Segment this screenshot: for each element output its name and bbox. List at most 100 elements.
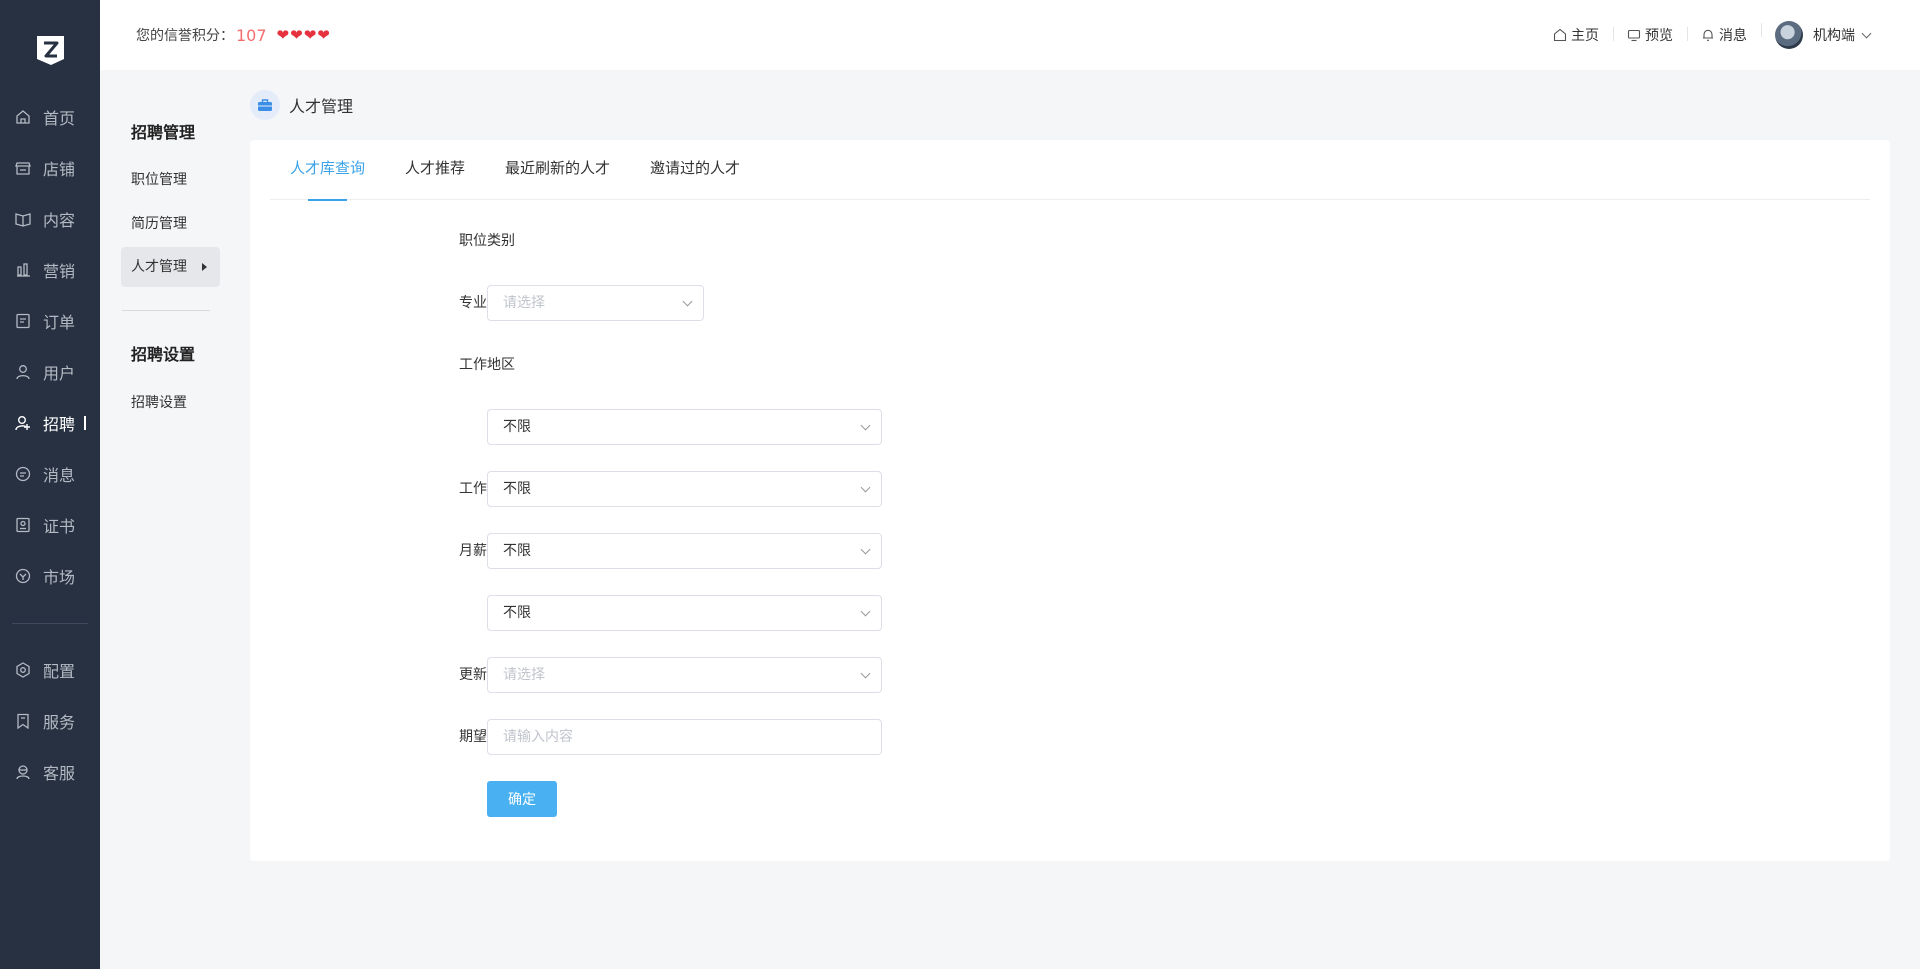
- nav-item-recruit[interactable]: 招聘: [0, 403, 100, 443]
- main-nav: 首页 店铺 内容 营销 订单 用户 招聘 消息 证书 市场 配置 服务 客服: [0, 0, 100, 969]
- subnav-item-talent[interactable]: 人才管理: [121, 247, 220, 287]
- subnav-divider: [122, 310, 210, 311]
- home-icon: [15, 109, 31, 125]
- salary-value: 不限: [503, 543, 531, 559]
- heart-icon: ❤: [317, 25, 330, 44]
- nav-item-users[interactable]: 用户: [0, 352, 100, 392]
- logo-icon[interactable]: [33, 32, 68, 68]
- update-time-select[interactable]: 请选择: [487, 657, 882, 693]
- content-card: 人才库查询 人才推荐 最近刷新的人才 邀请过的人才 职位类别 专业选择 请选择 …: [250, 140, 1890, 861]
- major-placeholder: 请选择: [503, 295, 545, 311]
- chevron-down-icon: [860, 544, 871, 555]
- form-row-job-category: 职位类别: [250, 223, 1890, 259]
- tab-talent-recommend[interactable]: 人才推荐: [405, 140, 465, 200]
- certificate-icon: [15, 517, 31, 533]
- tab-invited[interactable]: 邀请过的人才: [650, 140, 740, 200]
- messages-link[interactable]: 消息: [1687, 25, 1761, 45]
- support-icon: [15, 764, 31, 780]
- nav-item-label: 店铺: [43, 160, 76, 179]
- nav-item-label: 服务: [43, 713, 76, 732]
- messages-link-label: 消息: [1719, 28, 1747, 44]
- tab-bar: 人才库查询 人才推荐 最近刷新的人才 邀请过的人才: [270, 140, 1870, 201]
- home-link[interactable]: 主页: [1539, 25, 1613, 45]
- salary-select[interactable]: 不限: [487, 533, 882, 569]
- subnav-item-positions[interactable]: 职位管理: [131, 169, 187, 189]
- heart-icon: ❤: [303, 25, 317, 44]
- gender-select[interactable]: 不限: [487, 595, 882, 631]
- major-select[interactable]: 请选择: [487, 285, 704, 321]
- nav-item-label: 内容: [43, 211, 76, 230]
- user-menu[interactable]: 机构端: [1761, 21, 1884, 49]
- years-select[interactable]: 不限: [487, 471, 882, 507]
- credit-hearts: ❤ ❤ ❤ ❤: [276, 25, 330, 44]
- breadcrumb: 人才管理: [250, 90, 353, 120]
- nav-item-label: 消息: [43, 466, 76, 485]
- nav-item-label: 证书: [43, 517, 76, 536]
- subnav-item-settings[interactable]: 招聘设置: [131, 392, 187, 412]
- nav-item-label: 客服: [43, 764, 76, 783]
- nav-item-label: 订单: [43, 313, 76, 332]
- nav-item-orders[interactable]: 订单: [0, 301, 100, 341]
- expected-position-input[interactable]: [487, 719, 882, 755]
- subnav-group-title: 招聘管理: [131, 123, 196, 142]
- preview-link-label: 预览: [1645, 28, 1673, 44]
- nav-divider: [12, 623, 88, 624]
- bell-icon: [1701, 28, 1715, 42]
- nav-item-home[interactable]: 首页: [0, 97, 100, 137]
- education-select[interactable]: 不限: [487, 409, 882, 445]
- form-row-expected-position: 期望职位: [250, 719, 1890, 755]
- credit-label: 您的信誉积分：: [136, 28, 234, 44]
- gear-icon: [15, 662, 31, 678]
- confirm-button[interactable]: 确定: [487, 781, 557, 817]
- chevron-down-icon: [860, 606, 871, 617]
- years-value: 不限: [503, 481, 531, 497]
- nav-item-marketing[interactable]: 营销: [0, 250, 100, 290]
- nav-item-label: 市场: [43, 568, 76, 587]
- chevron-down-icon: [682, 296, 693, 307]
- nav-item-service[interactable]: 服务: [0, 701, 100, 741]
- subnav-item-resumes[interactable]: 简历管理: [131, 213, 187, 233]
- form-row-work-area: 工作地区: [250, 347, 1890, 383]
- nav-item-content[interactable]: 内容: [0, 199, 100, 239]
- sub-sidebar: 招聘管理 职位管理 简历管理 人才管理 招聘设置 招聘设置: [100, 70, 232, 969]
- tab-recently-refreshed[interactable]: 最近刷新的人才: [505, 140, 610, 200]
- heart-icon: ❤: [290, 25, 303, 44]
- heart-icon: ❤: [276, 25, 290, 44]
- bar-chart-icon: [15, 262, 31, 278]
- document-icon: [15, 313, 31, 329]
- market-icon: [15, 568, 31, 584]
- form-row-salary: 月薪范围 不限: [250, 533, 1890, 569]
- nav-item-support[interactable]: 客服: [0, 752, 100, 792]
- active-indicator: [84, 416, 86, 430]
- form-row-gender: 性别 不限: [250, 595, 1890, 631]
- chevron-down-icon: [860, 668, 871, 679]
- top-header: 您的信誉积分： 107 ❤ ❤ ❤ ❤ 主页 预览 消息 机构端: [100, 0, 1920, 70]
- nav-item-label: 招聘: [43, 415, 76, 434]
- tab-talent-search[interactable]: 人才库查询: [290, 140, 365, 201]
- store-icon: [15, 160, 31, 176]
- caret-right-icon: [202, 263, 207, 271]
- avatar: [1775, 21, 1803, 49]
- preview-link[interactable]: 预览: [1613, 25, 1687, 45]
- form-row-years: 工作年限 不限: [250, 471, 1890, 507]
- nav-item-label: 营销: [43, 262, 76, 281]
- chevron-down-icon: [1861, 28, 1872, 38]
- nav-item-config[interactable]: 配置: [0, 650, 100, 690]
- chevron-down-icon: [860, 420, 871, 431]
- nav-item-store[interactable]: 店铺: [0, 148, 100, 188]
- nav-item-messages[interactable]: 消息: [0, 454, 100, 494]
- user-name: 机构端: [1813, 28, 1855, 44]
- form-row-major: 专业选择 请选择: [250, 285, 1890, 321]
- subnav-item-label: 人才管理: [131, 259, 187, 275]
- credit-value: 107: [236, 25, 267, 45]
- user-icon: [15, 364, 31, 380]
- briefcase-icon: [250, 90, 280, 120]
- chevron-down-icon: [860, 482, 871, 493]
- gender-value: 不限: [503, 605, 531, 621]
- nav-item-market[interactable]: 市场: [0, 556, 100, 596]
- education-value: 不限: [503, 419, 531, 435]
- nav-item-certificates[interactable]: 证书: [0, 505, 100, 545]
- job-category-label: 职位类别: [459, 233, 515, 249]
- nav-item-label: 首页: [43, 109, 76, 128]
- subnav-group-title: 招聘设置: [131, 345, 196, 364]
